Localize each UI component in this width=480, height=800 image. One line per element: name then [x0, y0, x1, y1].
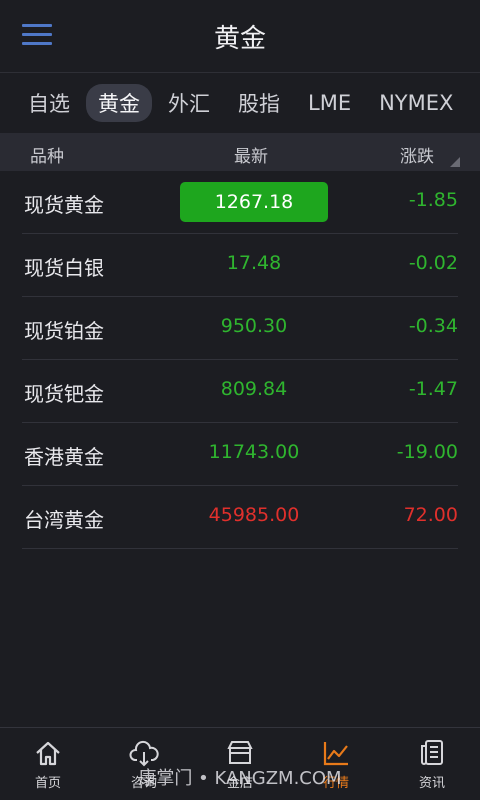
column-change[interactable]: 涨跌 — [400, 142, 434, 167]
bottom-nav: 首页 咨询 金店 行情 资讯 — [0, 727, 480, 800]
instrument-name: 现货铂金 — [24, 319, 104, 343]
price-change: -1.47 — [408, 378, 458, 400]
latest-price: 11743.00 — [208, 441, 300, 463]
latest-price: 950.30 — [220, 315, 288, 337]
column-latest[interactable]: 最新 — [234, 142, 268, 167]
quote-row[interactable]: 台湾黄金 45985.00 72.00 — [22, 486, 458, 549]
page-title: 黄金 — [213, 24, 266, 54]
instrument-name: 台湾黄金 — [24, 508, 104, 532]
instrument-name: 现货黄金 — [24, 193, 104, 217]
quote-row[interactable]: 现货铂金 950.30 -0.34 — [22, 297, 458, 360]
nav-label: 咨询 — [130, 776, 157, 791]
cloud-icon — [129, 740, 159, 767]
price-change: -1.85 — [408, 189, 458, 211]
price-change: 72.00 — [403, 504, 458, 526]
instrument-name: 香港黄金 — [24, 445, 104, 469]
home-icon — [36, 741, 60, 766]
tab-indices[interactable]: 股指 — [226, 84, 292, 122]
quote-row[interactable]: 现货钯金 809.84 -1.47 — [22, 360, 458, 423]
column-header: 品种 最新 涨跌 — [0, 133, 480, 171]
latest-price: 45985.00 — [208, 504, 300, 526]
latest-price: 809.84 — [220, 378, 288, 400]
quote-row[interactable]: 香港黄金 11743.00 -19.00 — [22, 423, 458, 486]
column-name[interactable]: 品种 — [30, 142, 64, 167]
nav-store[interactable]: 金店 — [192, 728, 288, 800]
news-icon — [421, 740, 443, 765]
price-change: -0.34 — [408, 315, 458, 337]
tab-lme[interactable]: LME — [296, 87, 363, 119]
header: 黄金 — [0, 0, 480, 73]
quote-row[interactable]: 现货黄金 1267.18 -1.85 — [22, 171, 458, 234]
store-icon — [227, 741, 253, 764]
instrument-name: 现货白银 — [24, 256, 104, 280]
nav-label: 金店 — [226, 776, 253, 791]
nav-label: 首页 — [34, 776, 61, 791]
nav-home[interactable]: 首页 — [0, 728, 96, 800]
latest-price: 1267.18 — [180, 182, 328, 222]
nav-label: 行情 — [322, 776, 349, 791]
nav-market[interactable]: 行情 — [288, 728, 384, 800]
instrument-name: 现货钯金 — [24, 382, 104, 406]
latest-price: 17.48 — [226, 252, 282, 274]
tab-nymex[interactable]: NYMEX — [367, 87, 465, 119]
price-change: -0.02 — [408, 252, 458, 274]
tab-gold[interactable]: 黄金 — [86, 84, 152, 122]
nav-label: 资讯 — [418, 776, 445, 791]
nav-consult[interactable]: 咨询 — [96, 728, 192, 800]
price-change: -19.00 — [396, 441, 458, 463]
sort-icon[interactable] — [450, 157, 460, 167]
quote-row[interactable]: 现货白银 17.48 -0.02 — [22, 234, 458, 297]
quote-list: 现货黄金 1267.18 -1.85 现货白银 17.48 -0.02 现货铂金… — [0, 171, 480, 549]
tab-watchlist[interactable]: 自选 — [16, 84, 82, 122]
chart-icon — [323, 742, 348, 766]
tab-forex[interactable]: 外汇 — [156, 84, 222, 122]
category-tabs: 自选 黄金 外汇 股指 LME NYMEX — [0, 73, 480, 133]
nav-news[interactable]: 资讯 — [384, 728, 480, 800]
